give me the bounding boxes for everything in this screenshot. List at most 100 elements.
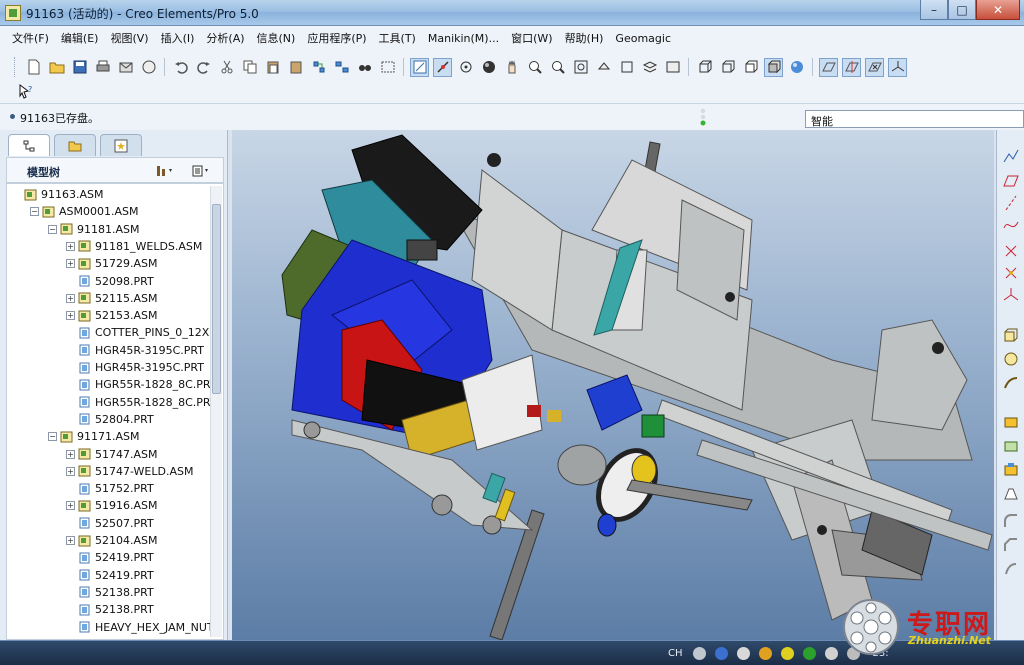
tab-model-tree[interactable] [8, 134, 50, 156]
graphics-window[interactable] [232, 130, 994, 640]
tree-row[interactable]: − 91181.ASM [48, 221, 140, 238]
hole-tool-icon[interactable] [1002, 412, 1020, 430]
tree-row[interactable]: 52419.PRT [66, 549, 154, 566]
select-box-icon[interactable] [378, 58, 397, 77]
datum-point-tool-icon[interactable] [1002, 242, 1020, 260]
menu-analysis[interactable]: 分析(A) [200, 29, 250, 49]
enhanced-realism-icon[interactable] [787, 58, 806, 77]
tree-row[interactable]: HGR45R-3195C.PRT [66, 359, 204, 376]
display-icon[interactable] [824, 647, 838, 660]
tree-row[interactable]: HEAVY_HEX_JAM_NUT [66, 619, 214, 636]
tree-row[interactable]: − ASM0001.ASM [30, 203, 139, 220]
collapse-icon[interactable]: − [48, 224, 57, 234]
email-icon[interactable] [116, 58, 135, 77]
tree-row[interactable]: HGR55R-1828_8C.PRT [66, 394, 216, 411]
new-file-icon[interactable] [24, 58, 43, 77]
tree-row[interactable]: COTTER_PINS_0_12X0_ [66, 324, 222, 341]
datum-curve-tool-icon[interactable] [1002, 216, 1020, 234]
revolve-tool-icon[interactable] [1002, 350, 1020, 368]
reorient-icon[interactable] [594, 58, 613, 77]
menu-applications[interactable]: 应用程序(P) [301, 29, 372, 49]
refit-icon[interactable] [571, 58, 590, 77]
undo-icon[interactable] [171, 58, 190, 77]
layers-icon[interactable] [640, 58, 659, 77]
tree-row[interactable]: 52138.PRT [66, 601, 154, 618]
regen-manager-icon[interactable] [332, 58, 351, 77]
menu-help[interactable]: 帮助(H) [559, 29, 610, 49]
coord-sys-icon[interactable] [888, 57, 907, 77]
print-icon[interactable] [93, 58, 112, 77]
appearance-sphere-icon[interactable] [479, 58, 498, 77]
expand-icon[interactable]: + [66, 311, 75, 321]
paste-icon[interactable] [263, 58, 282, 77]
tree-row[interactable]: +52104.ASM [66, 532, 158, 549]
copy-icon[interactable] [240, 58, 259, 77]
rib-tool-icon[interactable] [1002, 460, 1020, 478]
tree-row[interactable]: HGR45R-3195C.PRT [66, 342, 204, 359]
expand-icon[interactable]: + [66, 293, 75, 303]
menu-file[interactable]: 文件(F) [6, 29, 55, 49]
datum-plane-tool-icon[interactable] [1002, 172, 1020, 190]
tree-row[interactable]: +51747-WELD.ASM [66, 463, 193, 480]
saved-views-icon[interactable] [617, 58, 636, 77]
regenerate-icon[interactable] [309, 58, 328, 77]
no-hidden-icon[interactable] [741, 58, 760, 77]
menu-edit[interactable]: 编辑(E) [55, 29, 105, 49]
tree-row[interactable]: +51747.ASM [66, 446, 158, 463]
menu-view[interactable]: 视图(V) [104, 29, 154, 49]
datum-axis-tool-icon[interactable] [1002, 194, 1020, 212]
expand-icon[interactable]: + [66, 536, 75, 545]
tree-show-button[interactable] [189, 162, 213, 180]
collapse-icon[interactable]: − [48, 432, 57, 442]
tree-row[interactable]: 52804.PRT [66, 411, 154, 428]
tree-row[interactable]: 51752.PRT [66, 480, 154, 497]
zoom-in-icon[interactable] [525, 58, 544, 77]
menu-geomagic[interactable]: Geomagic [609, 29, 677, 49]
sketch-tool-icon[interactable] [1002, 148, 1020, 166]
pan-hand-icon[interactable] [502, 58, 521, 77]
save-icon[interactable] [70, 58, 89, 77]
shell-tool-icon[interactable] [1002, 436, 1020, 454]
collapse-icon[interactable]: − [30, 207, 39, 217]
spin-center-icon[interactable] [433, 57, 452, 77]
paste-special-icon[interactable] [286, 58, 305, 77]
help-icon[interactable] [714, 647, 728, 660]
menu-info[interactable]: 信息(N) [251, 29, 302, 49]
sweep-tool-icon[interactable] [1002, 374, 1020, 392]
open-folder-icon[interactable] [47, 58, 66, 77]
chamfer-tool-icon[interactable] [1002, 536, 1020, 554]
hidden-line-icon[interactable] [718, 58, 737, 77]
zoom-out-icon[interactable] [548, 58, 567, 77]
menu-window[interactable]: 窗口(W) [505, 29, 558, 49]
close-button[interactable]: ✕ [976, 0, 1020, 20]
security-shield-icon[interactable] [758, 647, 772, 660]
menu-insert[interactable]: 插入(I) [155, 29, 201, 49]
tree-row[interactable]: +51729.ASM [66, 255, 158, 272]
tree-row[interactable]: 52098.PRT [66, 273, 154, 290]
wireframe-icon[interactable] [695, 58, 714, 77]
menu-tools[interactable]: 工具(T) [373, 29, 422, 49]
tree-settings-button[interactable] [153, 162, 177, 180]
expand-icon[interactable]: + [66, 466, 75, 476]
volume-icon[interactable] [802, 647, 816, 660]
pattern-tool-icon[interactable] [1002, 560, 1020, 578]
context-help-icon[interactable]: ? [16, 82, 35, 101]
email-link-icon[interactable] [139, 58, 158, 77]
input-language[interactable]: CH [668, 648, 683, 659]
regen-status-icon[interactable] [698, 108, 708, 126]
datum-planes-icon[interactable] [819, 57, 838, 77]
shading-icon[interactable] [764, 57, 783, 77]
update-icon[interactable] [780, 647, 794, 660]
repaint-icon[interactable] [410, 57, 429, 77]
minimize-button[interactable]: – [920, 0, 948, 20]
extrude-tool-icon[interactable] [1002, 326, 1020, 344]
tree-row[interactable]: +52115.ASM [66, 290, 158, 307]
coord-sys-tool-icon[interactable] [1002, 286, 1020, 304]
maximize-button[interactable]: □ [948, 0, 976, 20]
tree-scrollbar[interactable] [210, 186, 222, 637]
view-manager-icon[interactable] [663, 58, 682, 77]
datum-point-offset-icon[interactable] [1002, 264, 1020, 282]
tree-row[interactable]: HGR55R-1828_8C.PRT [66, 376, 216, 393]
menu-manikin[interactable]: Manikin(M)... [422, 29, 505, 49]
orient-mode-icon[interactable] [456, 58, 475, 77]
